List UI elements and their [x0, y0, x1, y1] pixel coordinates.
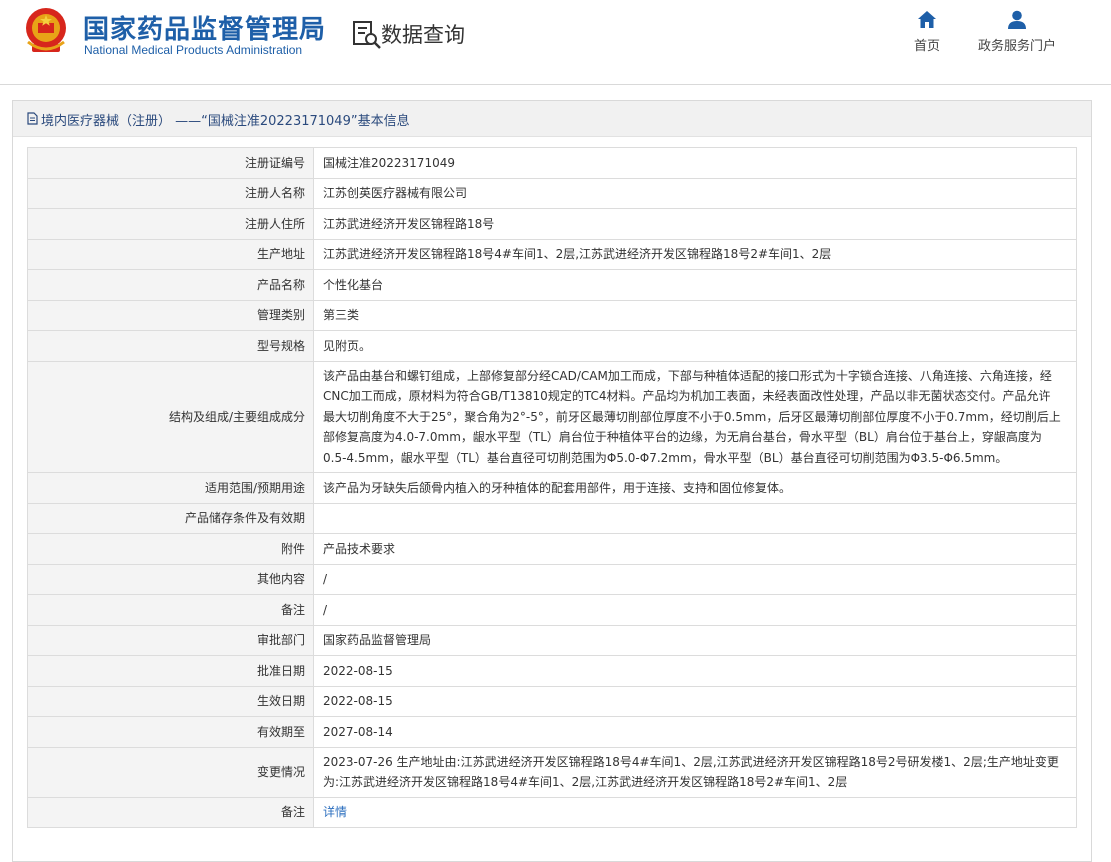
site-name-en: National Medical Products Administration: [84, 43, 303, 57]
table-row: 变更情况 2023-07-26 生产地址由:江苏武进经济开发区锦程路18号4#车…: [27, 746, 1077, 798]
document-icon: [27, 112, 38, 125]
table-row: 注册人住所 江苏武进经济开发区锦程路18号: [27, 208, 1077, 240]
national-emblem-icon: [26, 8, 66, 52]
row-label: 注册证编号: [27, 147, 314, 179]
row-value: 2022-08-15: [313, 685, 1077, 717]
row-label: 审批部门: [27, 624, 314, 656]
table-row: 生产地址 江苏武进经济开发区锦程路18号4#车间1、2层,江苏武进经济开发区锦程…: [27, 238, 1077, 270]
row-value: 产品技术要求: [313, 533, 1077, 565]
row-label: 型号规格: [27, 330, 314, 362]
row-value: 第三类: [313, 299, 1077, 331]
table-row: 附件 产品技术要求: [27, 533, 1077, 565]
detail-link[interactable]: 详情: [323, 805, 347, 819]
table-row: 产品名称 个性化基台: [27, 269, 1077, 301]
table-row: 批准日期 2022-08-15: [27, 655, 1077, 687]
nav-service-portal-label: 政务服务门户: [977, 39, 1056, 54]
row-label: 备注: [27, 796, 314, 828]
row-label: 附件: [27, 533, 314, 565]
row-value: 2027-08-14: [313, 716, 1077, 748]
row-label: 结构及组成/主要组成成分: [27, 360, 314, 473]
row-value: 2023-07-26 生产地址由:江苏武进经济开发区锦程路18号4#车间1、2层…: [313, 746, 1077, 798]
panel-header: 境内医疗器械（注册） ——“国械注准20223171049”基本信息: [13, 101, 1091, 137]
nav-home[interactable]: 首页: [909, 10, 945, 54]
site-name-cn: 国家药品监督管理局: [83, 15, 327, 45]
row-label: 注册人住所: [27, 208, 314, 240]
table-row: 审批部门 国家药品监督管理局: [27, 624, 1077, 656]
row-value: 国家药品监督管理局: [313, 624, 1077, 656]
row-value: [313, 502, 1077, 534]
row-value: 详情: [313, 796, 1077, 828]
row-label: 管理类别: [27, 299, 314, 331]
row-label: 其他内容: [27, 563, 314, 595]
row-label: 产品名称: [27, 269, 314, 301]
row-label: 批准日期: [27, 655, 314, 687]
row-value: /: [313, 594, 1077, 626]
registration-info-table: 注册证编号 国械注准20223171049 注册人名称 江苏创英医疗器械有限公司…: [27, 147, 1077, 828]
table-row: 生效日期 2022-08-15: [27, 685, 1077, 717]
row-value: /: [313, 563, 1077, 595]
table-row: 型号规格 见附页。: [27, 330, 1077, 362]
row-label: 产品储存条件及有效期: [27, 502, 314, 534]
row-label: 有效期至: [27, 716, 314, 748]
table-row: 备注 详情: [27, 796, 1077, 828]
table-row: 结构及组成/主要组成成分 该产品由基台和螺钉组成，上部修复部分经CAD/CAM加…: [27, 360, 1077, 473]
page-title: 数据查询: [381, 23, 465, 47]
table-row: 管理类别 第三类: [27, 299, 1077, 331]
row-value: 个性化基台: [313, 269, 1077, 301]
row-label: 适用范围/预期用途: [27, 472, 314, 504]
row-value: 该产品由基台和螺钉组成，上部修复部分经CAD/CAM加工而成，下部与种植体适配的…: [313, 360, 1077, 473]
table-row: 备注 /: [27, 594, 1077, 626]
table-row: 有效期至 2027-08-14: [27, 716, 1077, 748]
table-row: 注册人名称 江苏创英医疗器械有限公司: [27, 177, 1077, 209]
site-header: 国家药品监督管理局 National Medical Products Admi…: [0, 0, 1111, 85]
row-value: 江苏创英医疗器械有限公司: [313, 177, 1077, 209]
document-search-icon: [353, 21, 381, 49]
table-row: 注册证编号 国械注准20223171049: [27, 147, 1077, 179]
row-value: 该产品为牙缺失后颌骨内植入的牙种植体的配套用部件，用于连接、支持和固位修复体。: [313, 472, 1077, 504]
row-label: 生效日期: [27, 685, 314, 717]
row-label: 变更情况: [27, 746, 314, 798]
row-label: 备注: [27, 594, 314, 626]
row-value: 国械注准20223171049: [313, 147, 1077, 179]
row-value: 2022-08-15: [313, 655, 1077, 687]
table-row: 适用范围/预期用途 该产品为牙缺失后颌骨内植入的牙种植体的配套用部件，用于连接、…: [27, 472, 1077, 504]
row-value: 江苏武进经济开发区锦程路18号4#车间1、2层,江苏武进经济开发区锦程路18号2…: [313, 238, 1077, 270]
row-value: 见附页。: [313, 330, 1077, 362]
table-row: 产品储存条件及有效期: [27, 502, 1077, 534]
nav-home-label: 首页: [913, 39, 940, 54]
home-icon: [918, 11, 936, 28]
row-label: 注册人名称: [27, 177, 314, 209]
nav-service-portal[interactable]: 政务服务门户: [972, 10, 1062, 54]
user-icon: [1008, 10, 1026, 29]
panel-title: 境内医疗器械（注册） ——“国械注准20223171049”基本信息: [41, 114, 410, 129]
row-value: 江苏武进经济开发区锦程路18号: [313, 208, 1077, 240]
row-label: 生产地址: [27, 238, 314, 270]
table-row: 其他内容 /: [27, 563, 1077, 595]
detail-panel: 境内医疗器械（注册） ——“国械注准20223171049”基本信息 注册证编号…: [12, 100, 1092, 862]
